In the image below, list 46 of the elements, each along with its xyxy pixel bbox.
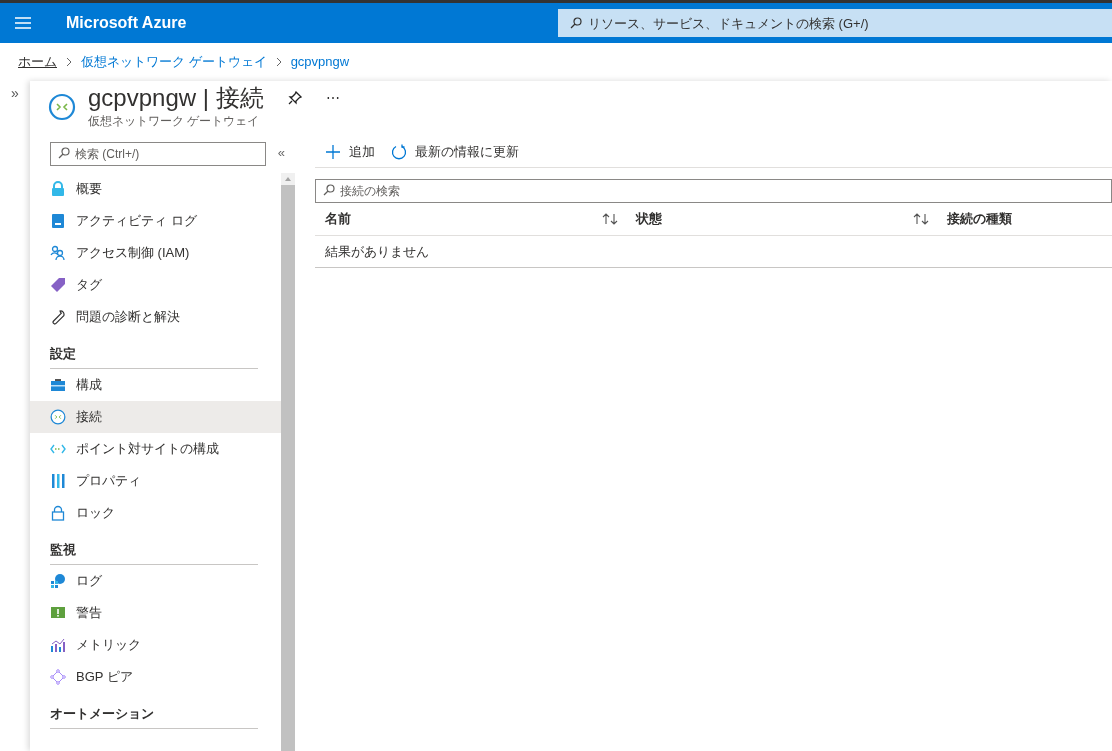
plus-icon [325, 144, 341, 160]
diamond-nodes-icon [50, 669, 66, 685]
chevron-icon [65, 57, 73, 67]
search-icon [570, 17, 582, 29]
padlock-icon [50, 505, 66, 521]
column-header[interactable]: 接続の種類 [947, 208, 1112, 229]
sort-icon[interactable] [602, 212, 618, 225]
section-heading: オートメーション [50, 703, 258, 729]
collapse-icon[interactable]: « [277, 143, 285, 163]
toolbox-icon [50, 377, 66, 393]
connection-icon [50, 409, 66, 425]
pin-icon[interactable] [287, 91, 302, 105]
toolbar-button[interactable]: 最新の情報に更新 [391, 142, 519, 162]
search-icon [58, 147, 70, 159]
lock-icon [50, 181, 66, 197]
people-icon [50, 245, 66, 261]
tag-icon [50, 277, 66, 293]
search-icon [323, 184, 335, 196]
scrollbar[interactable] [281, 173, 295, 751]
connection-search-field[interactable]: 接続の検索 [315, 179, 1112, 203]
more-options-icon[interactable]: ⋯ [325, 91, 340, 105]
sort-icon[interactable] [913, 212, 929, 225]
empty-message: 結果がありません [325, 242, 429, 261]
chart-icon [50, 637, 66, 653]
brand-name[interactable]: Microsoft Azure [66, 11, 187, 35]
log-icon [50, 213, 66, 229]
page-subtitle: 仮想ネットワーク ゲートウェイ [88, 113, 261, 130]
menu-item[interactable]: 接続 [30, 401, 281, 433]
alert-icon [50, 605, 66, 621]
global-search-field[interactable]: リソース、サービス、ドキュメントの検索 (G+/) [558, 9, 1112, 37]
page-title: gcpvpngw | 接続 [88, 84, 264, 112]
column-header[interactable]: 状態 [636, 208, 913, 229]
menu-search-field[interactable]: 検索 (Ctrl+/) [50, 142, 266, 166]
breadcrumb-link[interactable]: 仮想ネットワーク ゲートウェイ [81, 52, 267, 72]
bars-icon [50, 473, 66, 489]
chevron-icon [274, 57, 283, 67]
column-header[interactable]: 名前 [325, 208, 602, 229]
menu-icon[interactable] [15, 17, 31, 29]
breadcrumb-link[interactable]: ホーム [18, 52, 57, 72]
wrench-icon [50, 309, 66, 325]
expand-icon[interactable]: » [11, 83, 19, 103]
breadcrumb-link[interactable]: gcpvpngw [290, 52, 350, 72]
connection-icon [48, 93, 76, 121]
analytics-icon [50, 573, 66, 589]
toolbar-button[interactable]: 追加 [325, 142, 375, 162]
refresh-icon [391, 144, 407, 160]
